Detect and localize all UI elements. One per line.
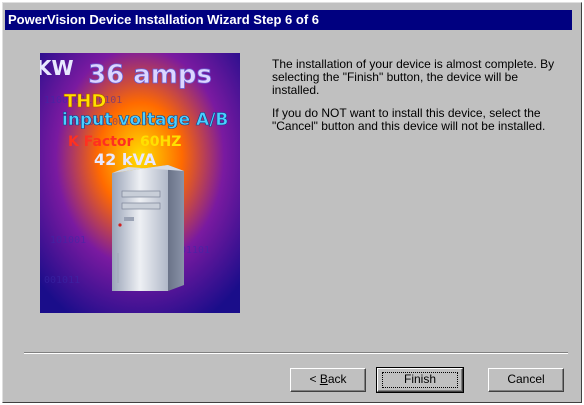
graphic-label-kw: KW [40,56,74,80]
graphic-label-thd: THD [64,91,106,112]
wizard-message: The installation of your device is almos… [272,58,564,143]
back-button-rest: ack [327,372,347,386]
finish-button[interactable]: Finish [376,367,464,393]
svg-text:01101: 01101 [180,245,210,256]
wizard-graphic: 1100101100101 0010111001010 101001 01101… [40,53,240,313]
svg-text:101001: 101001 [50,235,86,246]
button-separator [24,352,568,354]
back-button[interactable]: < Back [290,368,366,392]
graphic-label-amps: 36 amps [88,60,212,90]
title-bar[interactable]: PowerVision Device Installation Wizard S… [5,10,572,30]
back-button-mnemonic: B [319,372,328,386]
message-paragraph-cancel: If you do NOT want to install this devic… [272,106,546,133]
graphic-label-kva: 42 kVA [94,150,157,169]
graphic-label-voltage: input voltage A/B [62,110,228,130]
focus-rectangle [382,372,458,388]
tower-side [168,165,184,291]
message-paragraph-finish: The installation of your device is almos… [272,57,555,97]
cancel-button-label: Cancel [507,372,545,386]
graphic-label-factor: K Factor [68,134,134,150]
svg-text:001011: 001011 [44,275,80,286]
tower-front [112,165,168,291]
cancel-button[interactable]: Cancel [488,368,564,392]
graphic-label-hz: 60HZ [140,134,181,150]
window-title: PowerVision Device Installation Wizard S… [8,12,320,27]
back-button-prefix: < [309,372,320,386]
device-illustration: 1100101100101 0010111001010 101001 01101… [40,53,240,313]
